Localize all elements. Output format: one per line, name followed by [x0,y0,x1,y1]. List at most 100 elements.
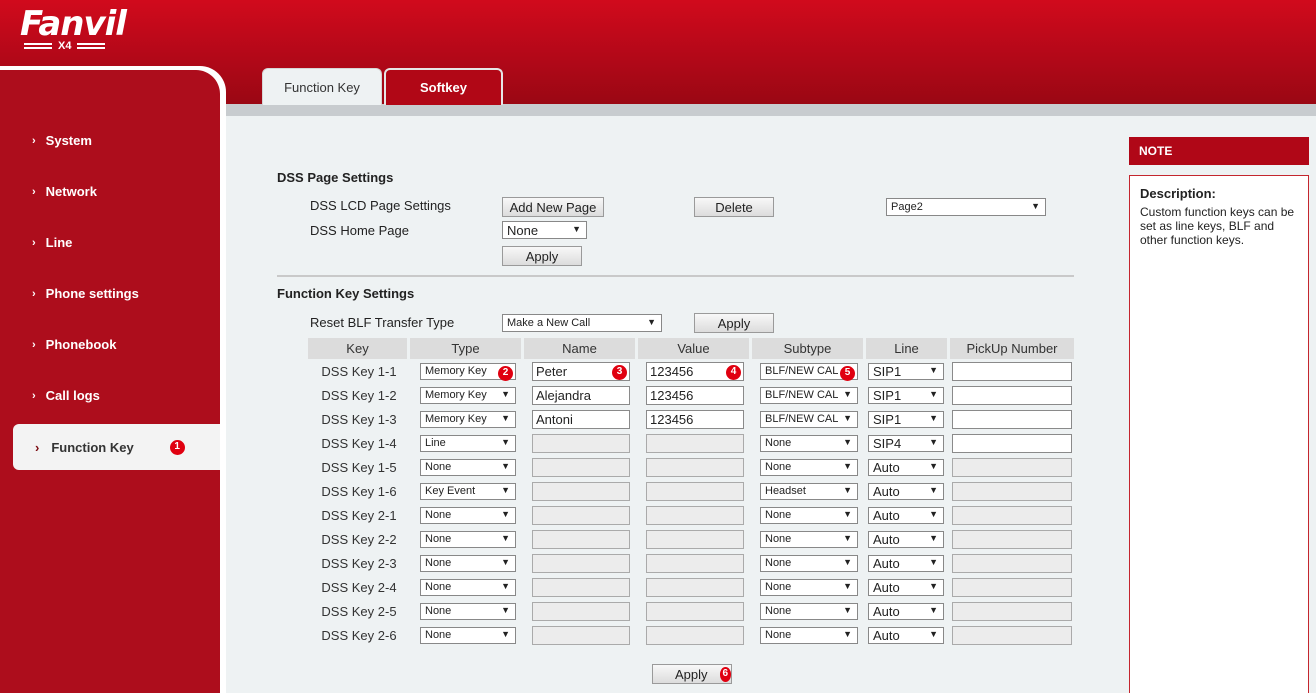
pickup-number-input[interactable] [952,505,1072,525]
type-select[interactable]: None ▼ [420,506,516,524]
tab-softkey[interactable]: Softkey [384,68,503,105]
subtype-select[interactable]: None ▼ [760,554,858,572]
pickup-number-input[interactable] [952,481,1072,501]
line-select[interactable]: Auto ▼ [868,602,944,620]
subtype-select[interactable]: BLF/NEW CAL 5 [760,362,858,381]
name-input[interactable] [532,625,630,645]
line-select[interactable]: Auto ▼ [868,530,944,548]
value-input[interactable] [646,529,744,549]
line-select[interactable]: Auto ▼ [868,578,944,596]
subtype-select[interactable]: None ▼ [760,458,858,476]
sidebar-item-function-key[interactable]: › Function Key 1 [13,424,220,470]
subtype-select[interactable]: None ▼ [760,434,858,452]
type-select[interactable]: Memory Key 2 [420,362,516,381]
sidebar-item-line[interactable]: › Line [32,235,72,250]
dropdown-arrow-icon: ▼ [843,604,852,615]
name-input[interactable] [532,529,630,549]
line-select[interactable]: SIP1 ▼ [868,410,944,428]
sidebar-item-phone-settings[interactable]: › Phone settings [32,286,139,301]
pickup-number-input[interactable] [952,601,1072,621]
subtype-select[interactable]: None ▼ [760,602,858,620]
home-page-select[interactable]: None ▼ [502,221,587,239]
pickup-number-input[interactable] [952,553,1072,573]
value-input[interactable] [646,601,744,621]
value-input[interactable] [646,433,744,453]
value-input[interactable]: 123456 [646,409,744,429]
dss-page-apply-button[interactable]: Apply [502,246,582,266]
value-input[interactable]: 123456 [646,385,744,405]
line-select[interactable]: SIP1 ▼ [868,362,944,380]
pickup-number-input[interactable] [952,577,1072,597]
subtype-select[interactable]: BLF/NEW CAL ▼ [760,410,858,428]
value-input[interactable]: 123456 4 [646,361,744,381]
subtype-select[interactable]: None ▼ [760,530,858,548]
name-input[interactable]: Antoni [532,409,630,429]
value-input[interactable] [646,577,744,597]
type-select[interactable]: Key Event ▼ [420,482,516,500]
subtype-value: None [765,533,792,545]
value-input[interactable] [646,553,744,573]
page-select[interactable]: Page2 ▼ [886,198,1046,216]
pickup-number-input[interactable] [952,457,1072,477]
type-select[interactable]: Line ▼ [420,434,516,452]
key-label: DSS Key 1-3 [321,411,397,427]
type-select[interactable]: None ▼ [420,626,516,644]
type-select[interactable]: Memory Key ▼ [420,410,516,428]
name-value: Antoni [536,411,573,427]
name-input[interactable] [532,481,630,501]
pickup-number-input[interactable] [952,409,1072,429]
line-select[interactable]: Auto ▼ [868,506,944,524]
pickup-number-input[interactable] [952,433,1072,453]
subtype-select[interactable]: Headset ▼ [760,482,858,500]
sidebar-item-network[interactable]: › Network [32,184,97,199]
pickup-number-input[interactable] [952,361,1072,381]
key-label: DSS Key 2-1 [321,507,397,523]
dropdown-arrow-icon: ▼ [1031,201,1040,211]
sidebar-item-phonebook[interactable]: › Phonebook [32,337,116,352]
line-select[interactable]: Auto ▼ [868,482,944,500]
dropdown-arrow-icon: ▼ [843,628,852,639]
name-input[interactable] [532,505,630,525]
line-select[interactable]: SIP1 ▼ [868,386,944,404]
name-input[interactable] [532,601,630,621]
line-select[interactable]: Auto ▼ [868,554,944,572]
pickup-number-input[interactable] [952,385,1072,405]
name-input[interactable] [532,553,630,573]
type-select[interactable]: None ▼ [420,530,516,548]
value-input[interactable] [646,625,744,645]
tab-function-key[interactable]: Function Key [262,68,382,105]
subtype-select[interactable]: BLF/NEW CAL ▼ [760,386,858,404]
name-input[interactable] [532,577,630,597]
reset-blf-label: Reset BLF Transfer Type [310,315,455,330]
sidebar-item-system[interactable]: › System [32,133,92,148]
type-select[interactable]: None ▼ [420,578,516,596]
function-key-table: Key Type Name Value Subtype Line PickUp … [308,338,1074,647]
subtype-select[interactable]: None ▼ [760,626,858,644]
function-key-apply-button[interactable]: Apply 6 [652,664,732,684]
name-input[interactable] [532,457,630,477]
sidebar-item-call-logs[interactable]: › Call logs [32,388,100,403]
type-select[interactable]: Memory Key ▼ [420,386,516,404]
line-select[interactable]: Auto ▼ [868,458,944,476]
chevron-right-icon: › [32,236,36,249]
subtype-select[interactable]: None ▼ [760,578,858,596]
pickup-number-input[interactable] [952,529,1072,549]
reset-blf-select[interactable]: Make a New Call ▼ [502,314,662,332]
line-value: Auto [873,555,900,571]
line-select[interactable]: SIP4 ▼ [868,434,944,452]
reset-blf-apply-button[interactable]: Apply [694,313,774,333]
line-select[interactable]: Auto ▼ [868,626,944,644]
type-select[interactable]: None ▼ [420,602,516,620]
delete-page-button[interactable]: Delete [694,197,774,217]
value-input[interactable] [646,481,744,501]
value-input[interactable] [646,505,744,525]
name-input[interactable]: Peter 3 [532,361,630,381]
name-input[interactable] [532,433,630,453]
type-select[interactable]: None ▼ [420,458,516,476]
pickup-number-input[interactable] [952,625,1072,645]
type-select[interactable]: None ▼ [420,554,516,572]
add-new-page-button[interactable]: Add New Page [502,197,604,217]
subtype-select[interactable]: None ▼ [760,506,858,524]
value-input[interactable] [646,457,744,477]
name-input[interactable]: Alejandra [532,385,630,405]
